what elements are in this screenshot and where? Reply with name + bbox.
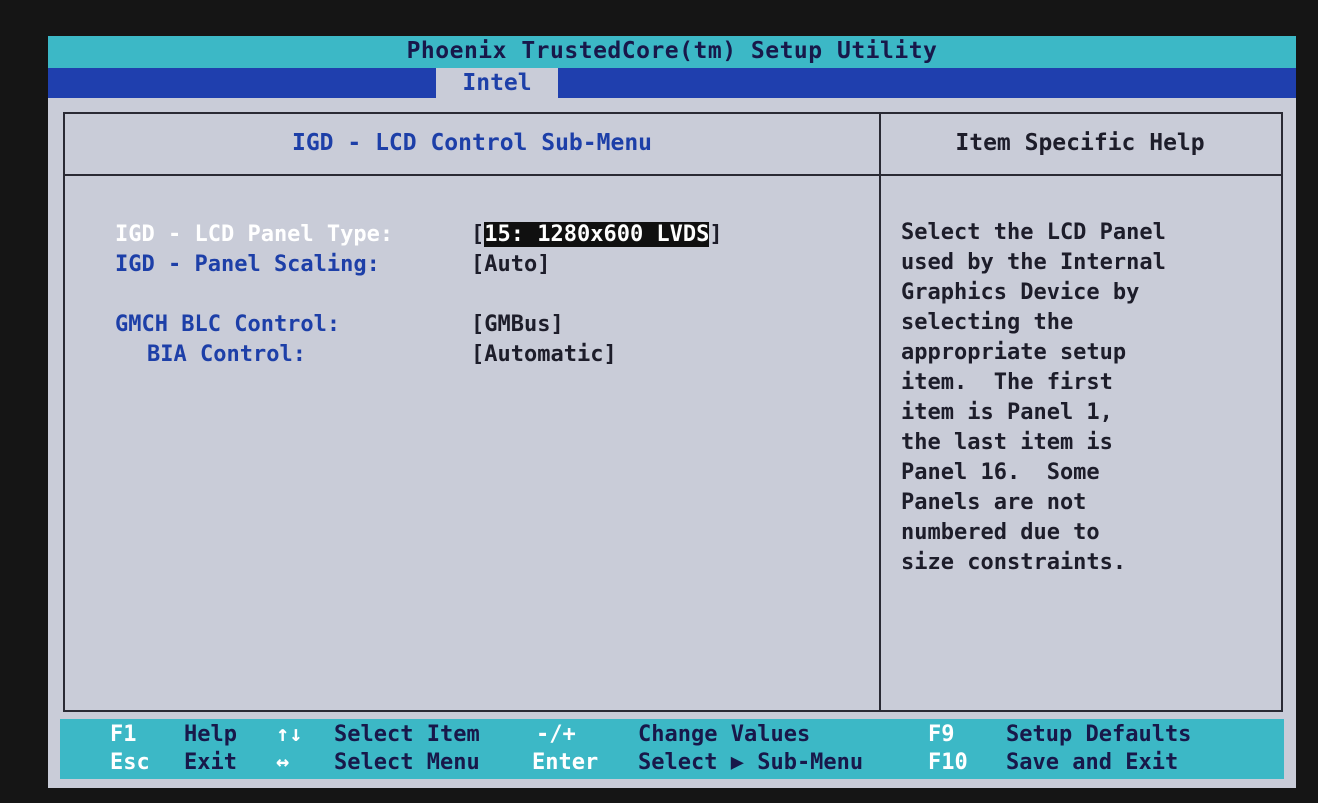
change-values-hint: Change Values [638,722,811,747]
f9-key[interactable]: F9 [928,722,955,747]
help-text-line: item is Panel 1, [901,400,1113,425]
setting-value-bia-control[interactable]: [Automatic] [471,342,617,367]
help-text-line: Select the LCD Panel [901,220,1166,245]
help-text-line: size constraints. [901,550,1127,575]
setting-label-lcd-panel-type[interactable]: IGD - LCD Panel Type: [115,222,393,247]
settings-panel: IGD - LCD Control Sub-Menu IGD - LCD Pan… [63,112,881,712]
value-bracket-close: ] [709,222,723,247]
help-text-line: appropriate setup [901,340,1127,365]
help-panel: Item Specific Help Select the LCD Panel … [879,112,1283,712]
select-menu-hint: Select Menu [334,750,480,775]
help-hint: Help [184,722,237,747]
tab-intel[interactable]: Intel [436,68,558,98]
help-text-line: Graphics Device by [901,280,1140,305]
help-title: Item Specific Help [879,114,1281,176]
esc-key[interactable]: Esc [110,750,150,775]
bios-screen: Phoenix TrustedCore(tm) Setup Utility In… [48,36,1296,788]
left-right-arrows-icon[interactable]: ↔ [276,750,289,775]
help-text-line: item. The first [901,370,1113,395]
value-bracket-open: [ [471,222,485,247]
save-and-exit-hint: Save and Exit [1006,750,1179,775]
menu-tab-bar: Intel [48,68,1296,98]
setting-value-panel-scaling[interactable]: [Auto] [471,252,550,277]
app-title: Phoenix TrustedCore(tm) Setup Utility [406,38,938,64]
f1-key[interactable]: F1 [110,722,137,747]
enter-key[interactable]: Enter [532,750,598,775]
help-text-line: numbered due to [901,520,1100,545]
setting-label-gmch-blc-control[interactable]: GMCH BLC Control: [115,312,340,337]
minus-plus-key[interactable]: -/+ [536,722,576,747]
selected-value-highlight[interactable]: 15: 1280x600 LVDS [484,222,710,247]
key-legend-footer: F1 Help ↑↓ Select Item -/+ Change Values… [60,719,1284,779]
help-text-line: selecting the [901,310,1074,335]
up-down-arrows-icon[interactable]: ↑↓ [276,722,303,747]
help-text-line: used by the Internal [901,250,1166,275]
setting-label-bia-control[interactable]: BIA Control: [147,342,306,367]
select-item-hint: Select Item [334,722,480,747]
exit-hint: Exit [184,750,237,775]
select-submenu-hint: Select ▶ Sub-Menu [638,750,864,775]
f10-key[interactable]: F10 [928,750,968,775]
help-text-line: Panel 16. Some [901,460,1100,485]
title-bar: Phoenix TrustedCore(tm) Setup Utility [48,36,1296,68]
help-text-line: Panels are not [901,490,1087,515]
submenu-title: IGD - LCD Control Sub-Menu [65,114,879,176]
setting-label-panel-scaling[interactable]: IGD - Panel Scaling: [115,252,380,277]
setup-defaults-hint: Setup Defaults [1006,722,1192,747]
setting-value-gmch-blc-control[interactable]: [GMBus] [471,312,564,337]
help-text-line: the last item is [901,430,1113,455]
setting-value-lcd-panel-type[interactable]: [15: 1280x600 LVDS] [471,222,723,247]
